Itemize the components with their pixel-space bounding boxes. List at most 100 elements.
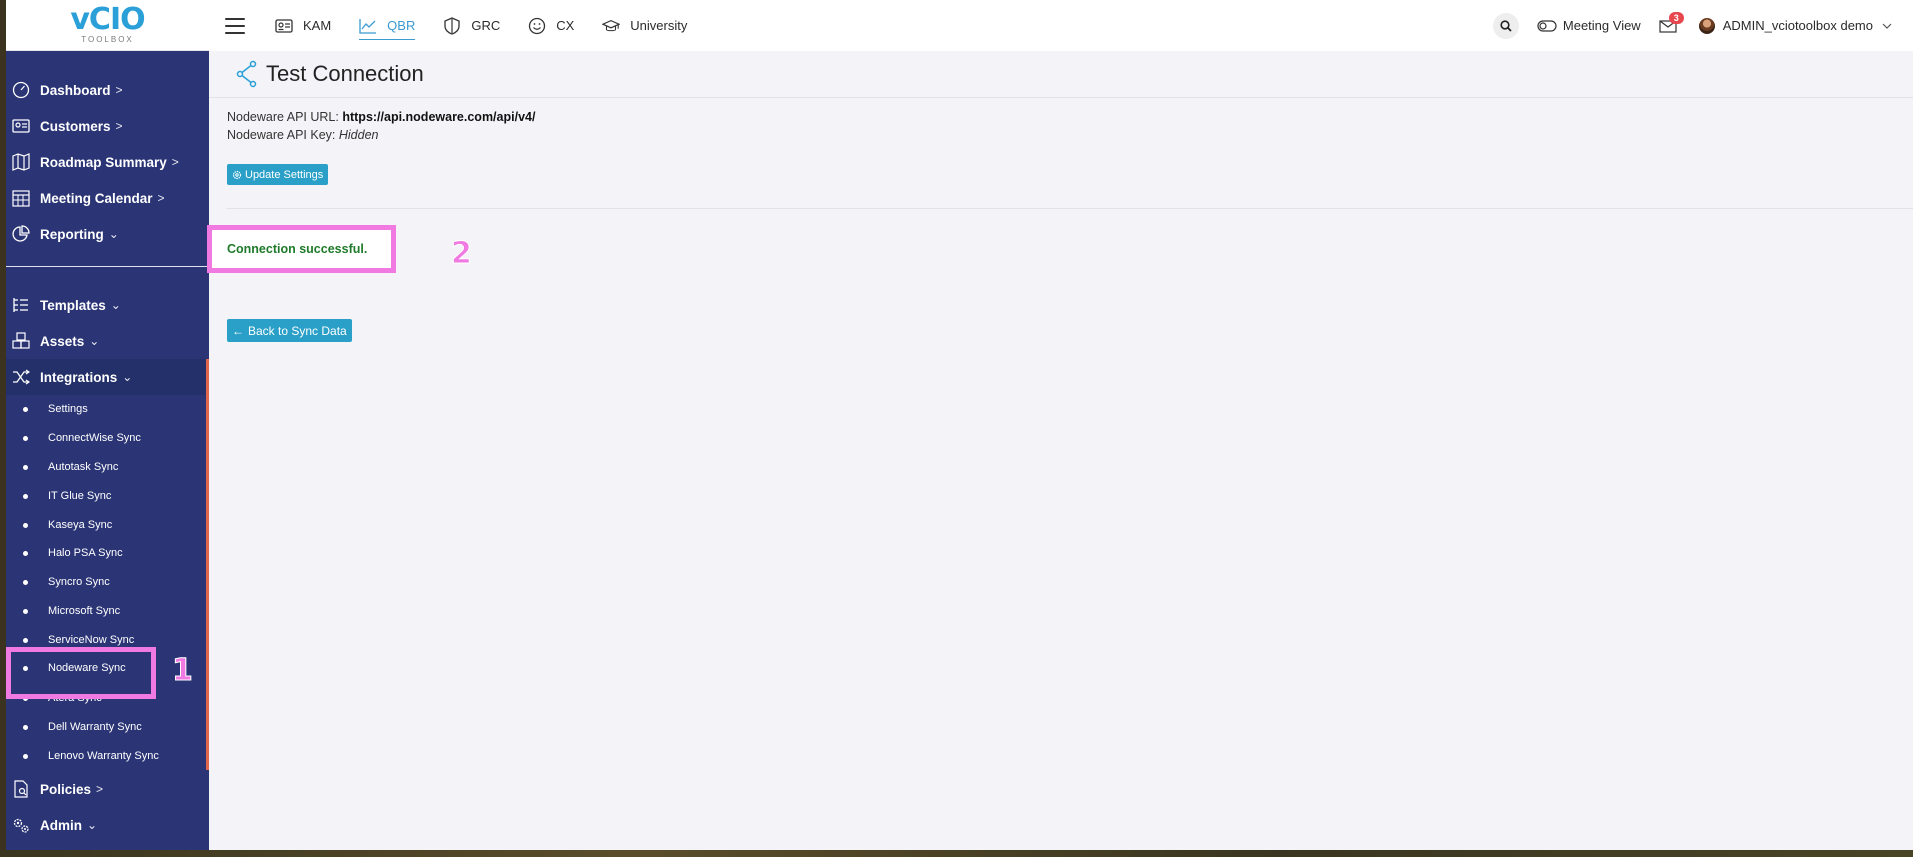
tab-qbr[interactable]: QBR <box>359 0 416 51</box>
chevron-down-icon: ⌄ <box>108 227 119 241</box>
sidebar-item-label: Reporting <box>40 226 104 242</box>
update-settings-button[interactable]: Update Settings <box>227 164 329 185</box>
id-card-icon <box>12 119 30 133</box>
sidebar-subitem-dell-warranty-sync[interactable]: Dell Warranty Sync <box>6 715 206 739</box>
api-url-value: https://api.nodeware.com/api/v4/ <box>342 110 536 124</box>
smiley-icon <box>529 17 546 34</box>
highlight-box-2: Connection successful. <box>207 225 396 273</box>
sidebar-item-label: Meeting Calendar <box>40 190 153 206</box>
gauge-icon <box>12 81 30 99</box>
sidebar-item-reporting[interactable]: Reporting ⌄ <box>6 216 209 252</box>
sidebar-subitem-itglue-sync[interactable]: IT Glue Sync <box>6 484 206 508</box>
sidebar-item-dashboard[interactable]: Dashboard > <box>6 72 209 108</box>
gears-icon <box>13 818 29 833</box>
top-right-controls: Meeting View 3 ADMIN_vciotoolbox demo <box>1492 11 1913 39</box>
tab-grc-label: GRC <box>471 18 501 33</box>
main-content: Test Connection Nodeware API URL: https:… <box>207 51 1913 850</box>
user-name: ADMIN_vciotoolbox demo <box>1722 18 1873 33</box>
gear-icon <box>232 170 242 179</box>
tab-grc[interactable]: GRC <box>443 0 500 51</box>
chart-line-icon <box>359 18 377 34</box>
mail-button[interactable]: 3 <box>1659 11 1684 36</box>
sidebar-item-label: Customers <box>40 118 111 134</box>
meeting-view-label: Meeting View <box>1562 18 1641 33</box>
sidebar-subitem-microsoft-sync[interactable]: Microsoft Sync <box>6 599 206 623</box>
sidebar-subitem-autotask-sync[interactable]: Autotask Sync <box>6 455 206 479</box>
annotation-number-2: 2 <box>451 236 473 272</box>
tab-university[interactable]: University <box>602 0 687 51</box>
sidebar-item-meeting-calendar[interactable]: Meeting Calendar > <box>6 180 209 216</box>
sidebar-item-admin[interactable]: Admin ⌄ <box>6 807 209 843</box>
user-menu[interactable]: ADMIN_vciotoolbox demo <box>1698 17 1893 34</box>
connection-status-message: Connection successful. <box>227 242 368 256</box>
api-key-value: Hidden <box>338 128 379 142</box>
sidebar-subitem-nodeware-sync[interactable]: Nodeware Sync <box>6 656 156 680</box>
app-window: vCIO TOOLBOX KAM QBR GRC CX University M… <box>6 0 1913 850</box>
sidebar-item-label: Policies <box>40 781 92 797</box>
page-title: Test Connection <box>266 61 424 86</box>
chevron-right-icon: > <box>115 119 123 133</box>
chevron-right-icon: > <box>171 155 179 169</box>
document-search-icon <box>14 780 28 798</box>
nav-tabs: KAM QBR GRC CX University <box>275 0 687 51</box>
chevron-down-icon: ⌄ <box>122 370 133 384</box>
sidebar-subitem-lenovo-warranty-sync[interactable]: Lenovo Warranty Sync <box>6 744 206 768</box>
hamburger-menu-icon[interactable] <box>225 17 245 34</box>
sidebar-subitem-kaseya-sync[interactable]: Kaseya Sync <box>6 513 206 537</box>
arrow-left-icon: ← <box>232 323 244 338</box>
sidebar-item-label: Dashboard <box>40 82 111 98</box>
sidebar-item-customers[interactable]: Customers > <box>6 108 209 144</box>
sidebar-item-label: Integrations <box>40 369 118 385</box>
search-icon <box>1500 19 1512 32</box>
tab-cx-label: CX <box>556 18 575 33</box>
tab-kam[interactable]: KAM <box>275 0 331 51</box>
chevron-down-icon: ⌄ <box>87 818 98 832</box>
chevron-down-icon: ⌄ <box>110 298 121 312</box>
sidebar-subitem-syncro-sync[interactable]: Syncro Sync <box>6 570 206 594</box>
logo-subtitle: TOOLBOX <box>81 35 134 44</box>
chevron-right-icon: > <box>157 191 165 205</box>
sidebar-item-label: Assets <box>40 333 85 349</box>
tab-cx[interactable]: CX <box>528 0 574 51</box>
tab-qbr-label: QBR <box>387 18 416 33</box>
sidebar-subitem-connectwise-sync[interactable]: ConnectWise Sync <box>6 426 206 450</box>
chevron-right-icon: > <box>96 782 104 796</box>
tab-university-label: University <box>630 18 688 33</box>
section-divider <box>227 208 1913 209</box>
sidebar-item-assets[interactable]: Assets ⌄ <box>6 323 209 359</box>
search-button[interactable] <box>1492 12 1519 39</box>
sidebar-item-roadmap-summary[interactable]: Roadmap Summary > <box>6 144 209 180</box>
sidebar-item-templates[interactable]: Templates ⌄ <box>6 287 209 323</box>
sidebar-item-label: Templates <box>40 297 106 313</box>
api-url-row: Nodeware API URL: https://api.nodeware.c… <box>227 108 1913 126</box>
sidebar-item-label: Admin <box>40 817 82 833</box>
chevron-down-icon <box>1882 23 1892 29</box>
api-key-row: Nodeware API Key: Hidden <box>227 126 1913 144</box>
logo-mark: vCIO <box>70 2 145 37</box>
avatar <box>1698 17 1715 34</box>
logo[interactable]: vCIO TOOLBOX <box>6 0 209 51</box>
pie-chart-icon <box>12 225 30 242</box>
back-to-sync-data-button[interactable]: ← Back to Sync Data <box>227 319 352 342</box>
chevron-right-icon: > <box>115 83 123 97</box>
sidebar-item-integrations[interactable]: Integrations ⌄ <box>6 359 209 395</box>
connection-info: Nodeware API URL: https://api.nodeware.c… <box>209 98 1913 144</box>
map-icon <box>12 153 30 171</box>
page-header: Test Connection <box>209 51 1913 98</box>
sidebar-subitem-halo-psa-sync[interactable]: Halo PSA Sync <box>6 541 206 565</box>
sidebar: Dashboard > Customers > Roadmap Summary > M… <box>6 51 209 850</box>
api-key-label: Nodeware API Key: <box>227 128 339 142</box>
tab-kam-label: KAM <box>303 18 332 33</box>
chevron-down-icon: ⌄ <box>89 334 100 348</box>
meeting-view-toggle[interactable]: Meeting View <box>1537 18 1641 33</box>
shield-icon <box>444 16 460 35</box>
boxes-icon <box>12 332 30 349</box>
graduation-cap-icon <box>602 19 621 31</box>
mail-count-badge: 3 <box>1668 11 1684 24</box>
sidebar-item-policies[interactable]: Policies > <box>6 771 209 807</box>
id-card-icon <box>275 18 293 33</box>
sidebar-subitem-settings[interactable]: Settings <box>6 397 206 421</box>
top-bar: KAM QBR GRC CX University Meeting View 3… <box>209 0 1913 51</box>
highlight-box-1: Nodeware Sync <box>6 647 156 699</box>
shuffle-icon <box>13 369 30 385</box>
